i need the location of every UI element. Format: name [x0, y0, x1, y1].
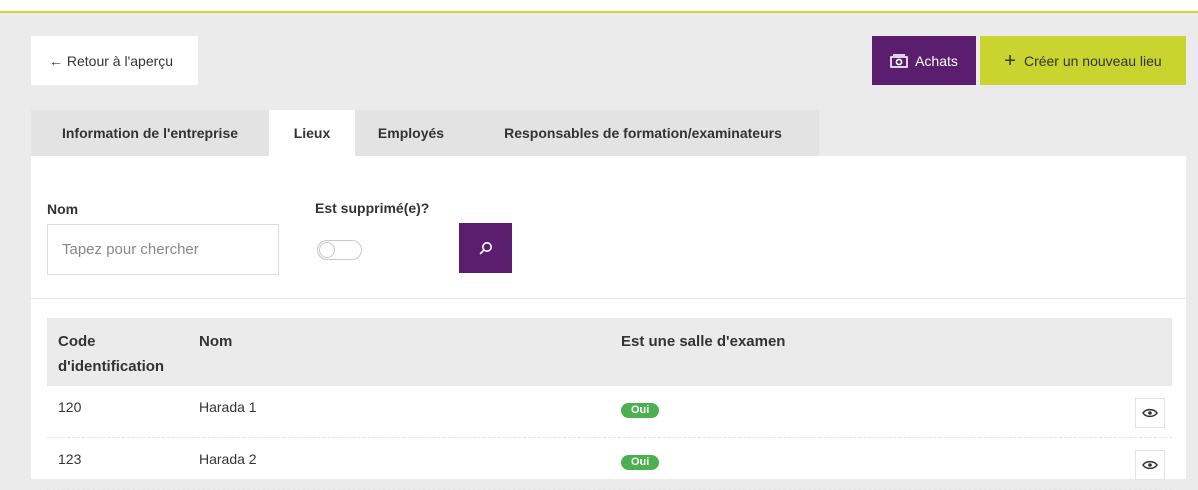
header-code: Code d'identification: [58, 333, 165, 375]
achats-label: Achats: [915, 52, 958, 69]
table-header: Code d'identification Nom Est une salle …: [47, 318, 1172, 386]
top-accent-bar: [0, 0, 1198, 13]
row-code: 120: [58, 399, 82, 415]
toggle-knob: [319, 242, 335, 258]
exam-room-badge: Oui: [621, 455, 660, 470]
view-button[interactable]: [1135, 398, 1165, 428]
tab-bar: Information de l'entreprise Lieux Employ…: [31, 110, 819, 156]
table-row: 123 Harada 2 Oui: [47, 438, 1172, 490]
name-filter-label: Nom: [47, 201, 79, 217]
table-row: 120 Harada 1 Oui: [47, 386, 1172, 438]
search-icon: [479, 242, 492, 255]
back-to-overview-button[interactable]: ← Retour à l'aperçu: [31, 36, 198, 85]
tab-trainers-examiners[interactable]: Responsables de formation/examinateurs: [467, 110, 819, 156]
eye-icon: [1142, 408, 1158, 418]
plus-icon: +: [1004, 49, 1016, 72]
view-button[interactable]: [1135, 450, 1165, 480]
tab-employees[interactable]: Employés: [355, 110, 467, 156]
header-exam-room: Est une salle d'examen: [621, 333, 786, 350]
deleted-toggle[interactable]: [317, 240, 362, 260]
money-icon: [890, 53, 908, 68]
deleted-filter-label: Est supprimé(e)?: [315, 200, 430, 216]
tab-company-info[interactable]: Information de l'entreprise: [31, 110, 269, 156]
locations-table: Code d'identification Nom Est une salle …: [47, 318, 1172, 490]
locations-panel: Nom Est supprimé(e)? Code d'identificati…: [31, 156, 1186, 490]
header-name: Nom: [199, 333, 233, 350]
achats-button[interactable]: Achats: [872, 36, 976, 85]
search-button[interactable]: [459, 223, 512, 273]
create-label: Créer un nouveau lieu: [1023, 52, 1162, 69]
search-input[interactable]: [47, 224, 279, 275]
row-code: 123: [58, 451, 82, 467]
row-name: Harada 1: [199, 399, 257, 415]
filter-divider: [31, 298, 1186, 299]
tab-locations[interactable]: Lieux: [269, 110, 355, 156]
exam-room-badge: Oui: [621, 403, 660, 418]
row-name: Harada 2: [199, 451, 257, 467]
create-new-location-button[interactable]: + Créer un nouveau lieu: [980, 36, 1186, 85]
eye-icon: [1142, 460, 1158, 470]
